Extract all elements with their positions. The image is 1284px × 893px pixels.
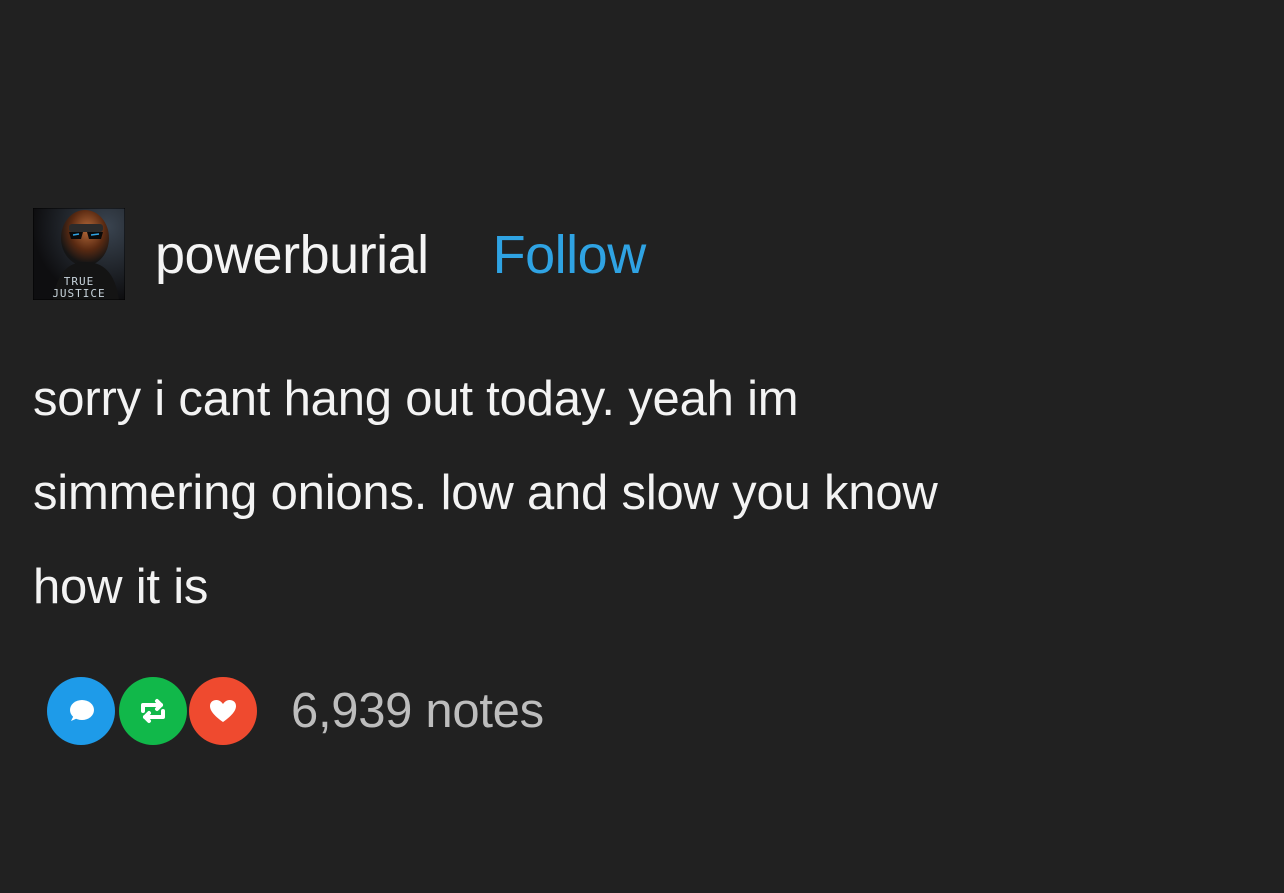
follow-button[interactable]: Follow	[493, 226, 647, 282]
tumblr-post: TRUE JUSTICE powerburial Follow sorry i …	[0, 0, 1284, 893]
reblog-icon[interactable]	[119, 677, 187, 745]
post-body-line: simmering onions. low and slow you know	[33, 466, 938, 520]
post-footer: 6,939 notes	[47, 676, 544, 746]
blog-name[interactable]: powerburial	[155, 226, 429, 282]
notes-icons[interactable]	[47, 676, 261, 746]
post-header: TRUE JUSTICE powerburial Follow	[33, 207, 646, 301]
post-body-line: how it is	[33, 560, 209, 614]
reply-icon[interactable]	[47, 677, 115, 745]
post-body-line: sorry i cant hang out today. yeah im	[33, 372, 799, 426]
avatar-caption: TRUE JUSTICE	[52, 275, 106, 300]
avatar[interactable]: TRUE JUSTICE	[33, 208, 125, 300]
like-icon[interactable]	[189, 677, 257, 745]
notes-count[interactable]: 6,939 notes	[291, 683, 544, 739]
post-body: sorry i cant hang out today. yeah im sim…	[33, 352, 1253, 634]
